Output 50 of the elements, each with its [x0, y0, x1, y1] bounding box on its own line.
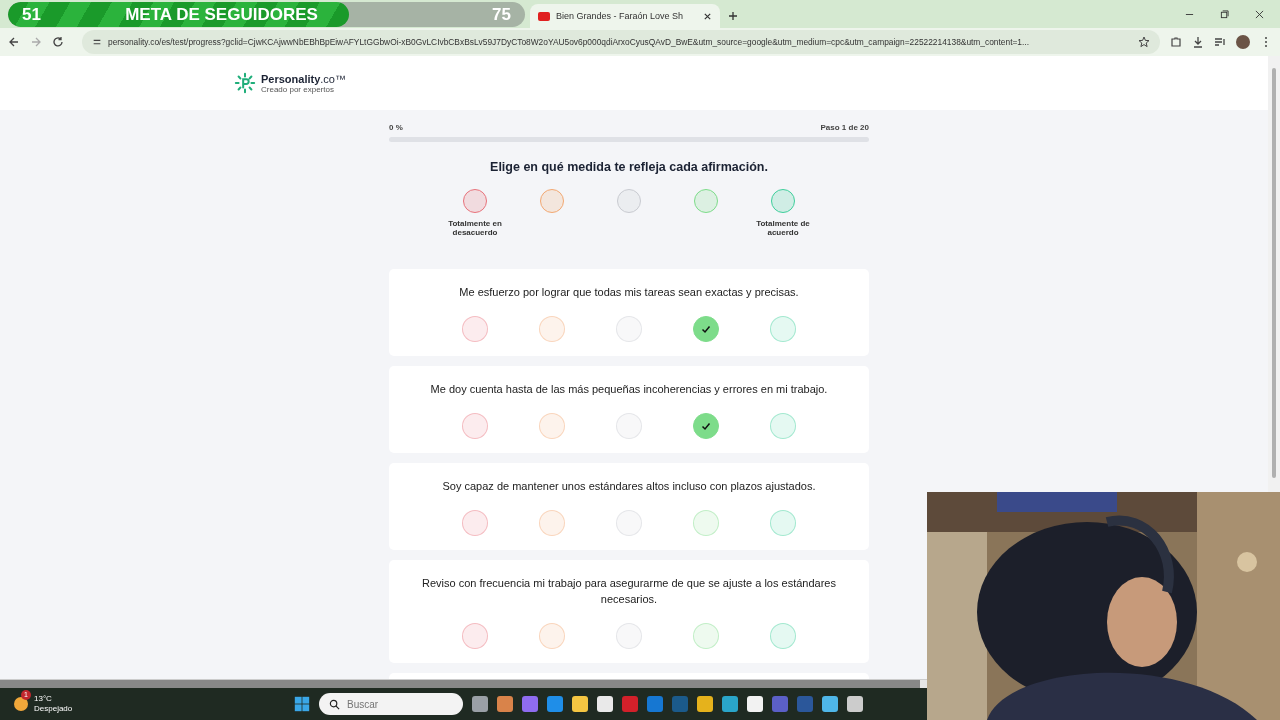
close-icon[interactable]: [1255, 9, 1264, 19]
step-counter: Paso 1 de 20: [820, 123, 869, 132]
question-text: Me esfuerzo por lograr que todas mis tareas sean exactas y precisas.: [459, 285, 799, 300]
goal-title: META DE SEGUIDORES: [125, 4, 318, 25]
close-icon[interactable]: [703, 11, 712, 21]
tab-title: Bien Grandes - Faraón Love Sh: [556, 11, 685, 21]
app-icon[interactable]: [522, 696, 538, 712]
weather-condition: Despejado: [34, 704, 73, 714]
site-info-icon[interactable]: [92, 37, 102, 47]
scrollbar-thumb[interactable]: [0, 680, 920, 688]
question-text: Me doy cuenta hasta de las más pequeñas incoherencias y errores en mi trabajo.: [430, 381, 828, 397]
plus-icon[interactable]: [728, 11, 738, 21]
search-field[interactable]: Buscar: [319, 693, 463, 715]
temperature-text: 13°C: [34, 694, 53, 704]
instruction-text: Elige en qué medida te refleja cada afirmación.: [489, 160, 769, 174]
address-bar[interactable]: [82, 30, 1160, 54]
brand-name[interactable]: Personality.co™: [261, 72, 346, 85]
profile-avatar[interactable]: [1236, 35, 1250, 49]
media-icon[interactable]: [1214, 36, 1226, 48]
scrollbar-thumb[interactable]: [1272, 68, 1276, 478]
weather-icon[interactable]: [14, 697, 28, 711]
question-text: Reviso con frecuencia mi trabajo para asegurarme de que se ajuste a los estándares necesarios.: [421, 575, 837, 607]
app-icon[interactable]: [772, 696, 788, 712]
answer-option[interactable]: [693, 315, 719, 342]
forward-icon[interactable]: [30, 36, 42, 48]
app-icon[interactable]: [672, 696, 688, 712]
star-icon[interactable]: [1138, 36, 1150, 48]
download-icon[interactable]: [1192, 36, 1204, 48]
app-icon[interactable]: [847, 696, 863, 712]
search-icon: [329, 699, 340, 710]
windows-start-icon[interactable]: [294, 696, 310, 712]
reload-icon[interactable]: [52, 36, 64, 48]
app-icon[interactable]: [497, 696, 513, 712]
back-icon[interactable]: [8, 36, 20, 48]
app-icon[interactable]: [822, 696, 838, 712]
app-icon[interactable]: [722, 696, 738, 712]
brand-tagline: Creado por expertos: [261, 84, 335, 94]
video-icon: [538, 11, 550, 21]
answer-option[interactable]: [693, 412, 719, 439]
browser-tab[interactable]: Bien Grandes - Faraón Love Sh: [530, 4, 720, 28]
goal-target: 75: [492, 4, 511, 25]
url-text: personality.co/es/test/progress?gclid=CjwKCAjwwNbEBhBpEiwAFYLtGGbwOi-xB0GvLCIvbCBxBsLv59J7DyCTo8W2oYAU5ov6p000qdiArxoCyusQAvD_BwE&utm_source=google&utm_medium=cpc&utm_campaign=22522214138&utm_content=1...: [108, 37, 1030, 47]
question-text: Soy capaz de mantener unos estándares altos incluso con plazos ajustados.: [442, 478, 816, 494]
extensions-icon[interactable]: [1170, 36, 1182, 48]
restore-icon[interactable]: [1220, 9, 1229, 19]
scale-label: Totalmente de acuerdo: [755, 219, 811, 237]
goal-start: 51: [22, 4, 41, 25]
logo-icon: [234, 72, 256, 94]
progress-percent: 0 %: [389, 123, 403, 132]
scale-label: Totalmente en desacuerdo: [447, 219, 503, 237]
